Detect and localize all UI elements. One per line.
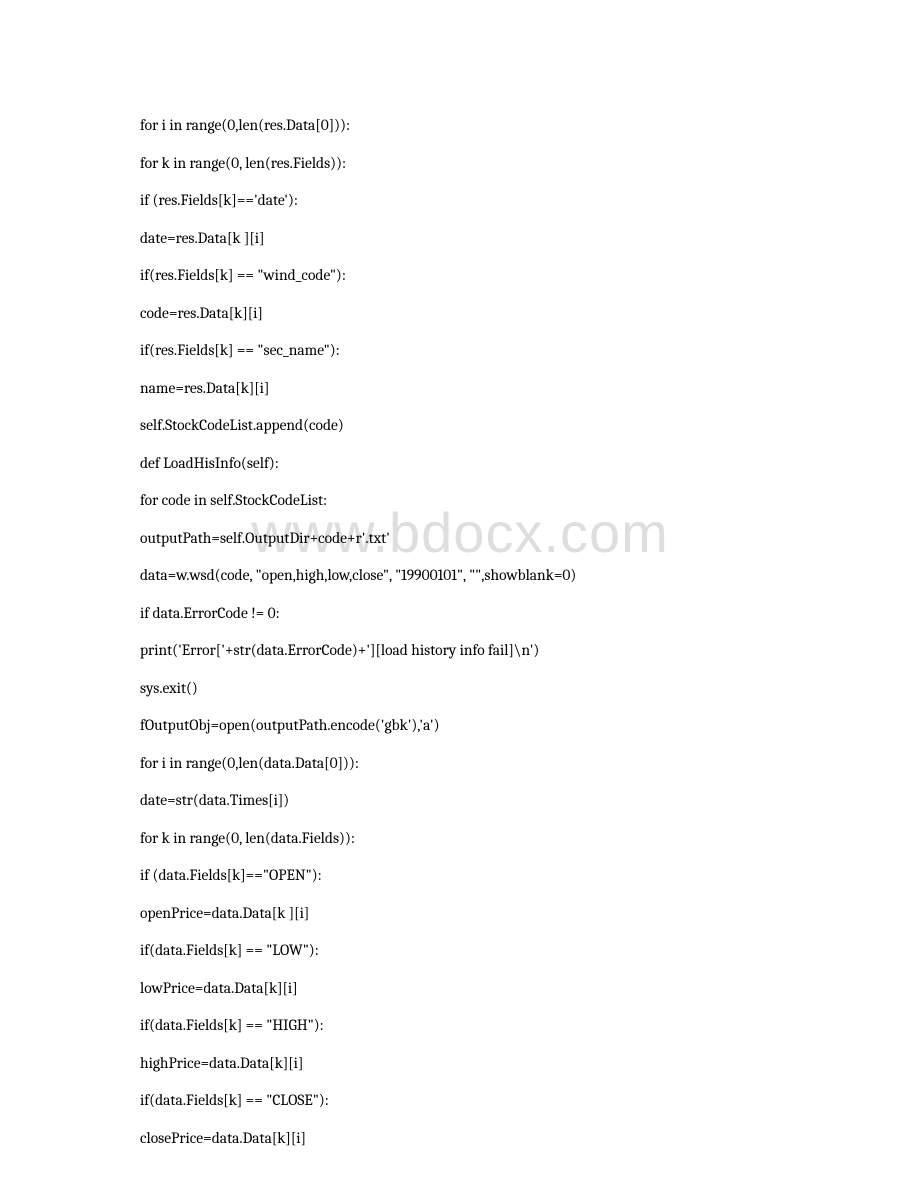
code-line: for i in range(0,len(res.Data[0])): [140,118,780,134]
code-line: if (data.Fields[k]=="OPEN"): [140,868,780,884]
code-line: for i in range(0,len(data.Data[0])): [140,756,780,772]
code-line: date=str(data.Times[i]) [140,793,780,809]
code-line: if (res.Fields[k]=='date'): [140,193,780,209]
code-line: data=w.wsd(code, "open,high,low,close", … [140,568,780,584]
code-line: fOutputObj=open(outputPath.encode('gbk')… [140,718,780,734]
code-line: name=res.Data[k][i] [140,381,780,397]
code-line: sys.exit() [140,681,780,697]
code-line: code=res.Data[k][i] [140,306,780,322]
code-line: for k in range(0, len(data.Fields)): [140,831,780,847]
code-line: for k in range(0, len(res.Fields)): [140,156,780,172]
code-line: self.StockCodeList.append(code) [140,418,780,434]
code-line: if(data.Fields[k] == "CLOSE"): [140,1093,780,1109]
code-line: if data.ErrorCode != 0: [140,606,780,622]
code-line: outputPath=self.OutputDir+code+r'.txt' [140,531,780,547]
code-line: if(res.Fields[k] == "wind_code"): [140,268,780,284]
code-line: lowPrice=data.Data[k][i] [140,981,780,997]
code-line: date=res.Data[k ][i] [140,231,780,247]
code-line: closePrice=data.Data[k][i] [140,1131,780,1147]
code-line: for code in self.StockCodeList: [140,493,780,509]
code-content: for i in range(0,len(res.Data[0])): for … [140,118,780,1168]
code-line: highPrice=data.Data[k][i] [140,1056,780,1072]
code-line: if(data.Fields[k] == "LOW"): [140,943,780,959]
code-line: def LoadHisInfo(self): [140,456,780,472]
code-line: if(data.Fields[k] == "HIGH"): [140,1018,780,1034]
code-line: print('Error['+str(data.ErrorCode)+'][lo… [140,643,780,659]
code-line: openPrice=data.Data[k ][i] [140,906,780,922]
code-line: if(res.Fields[k] == "sec_name"): [140,343,780,359]
